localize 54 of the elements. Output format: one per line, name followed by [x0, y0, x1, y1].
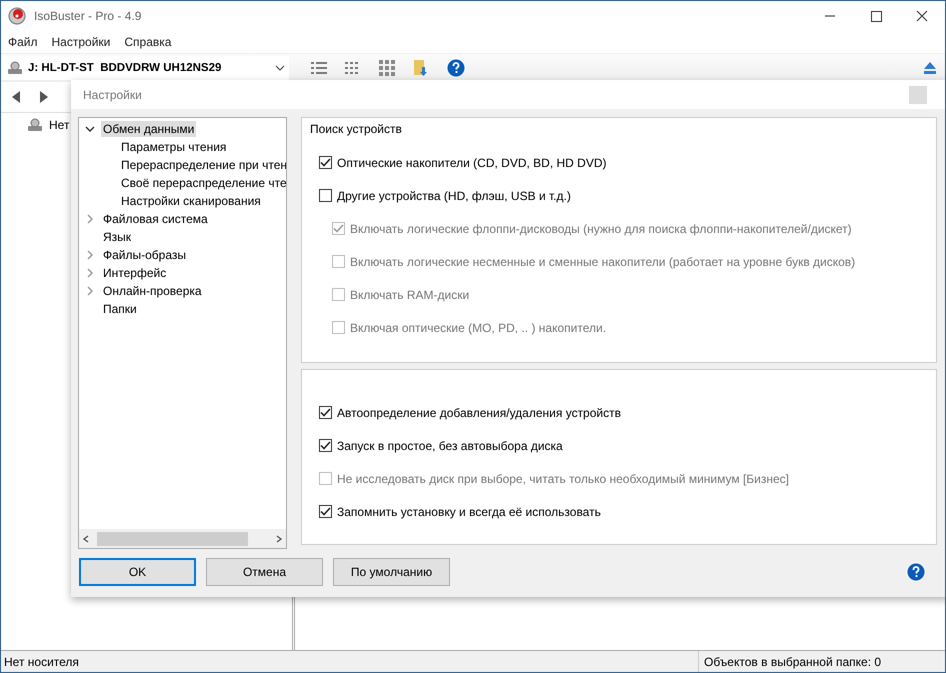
checkbox[interactable]	[319, 189, 332, 202]
help-icon[interactable]	[447, 59, 465, 77]
tree-item[interactable]: Параметры чтения	[119, 139, 228, 155]
tree-item[interactable]: Файловая система	[101, 211, 210, 227]
checkbox[interactable]	[319, 406, 332, 419]
scroll-right-icon[interactable]	[276, 535, 282, 543]
dialog-button[interactable]: OK	[79, 558, 196, 586]
grid-view-icon[interactable]	[379, 60, 395, 76]
collapse-icon[interactable]	[85, 125, 95, 133]
menu-item[interactable]: Справка	[124, 35, 172, 49]
tree-item[interactable]: Язык	[101, 229, 134, 245]
expand-icon[interactable]	[86, 250, 94, 260]
checkbox[interactable]	[319, 439, 332, 452]
checkbox[interactable]	[319, 156, 332, 169]
status-text: Объектов в выбранной папке: 0	[698, 651, 945, 672]
dialog-button[interactable]: По умолчанию	[333, 558, 450, 586]
status-text: Нет носителя	[3, 654, 79, 668]
folder-icon[interactable]	[413, 59, 429, 77]
tree-item[interactable]: Интерфейс	[101, 265, 168, 281]
checkbox-option[interactable]: Другие устройства (HD, флэш, USB и т.д.)	[319, 179, 926, 212]
disc-app-icon	[8, 7, 26, 25]
checkbox-option[interactable]: Запомнить установку и всегда её использовать	[319, 495, 926, 528]
back-icon[interactable]	[11, 91, 21, 103]
menu-item[interactable]: Настройки	[52, 35, 110, 49]
tree-item[interactable]: Онлайн-проверка	[101, 283, 204, 299]
eject-icon[interactable]	[923, 61, 937, 75]
menu-item[interactable]: Файл	[8, 35, 38, 49]
horizontal-scrollbar[interactable]	[79, 529, 286, 548]
checkbox-option[interactable]: Оптические накопители (CD, DVD, BD, HD DVD)	[319, 146, 926, 179]
dialog-title: Настройки	[83, 88, 142, 102]
caret-icon	[275, 65, 285, 71]
tree-item[interactable]: Своё перераспределение чте	[119, 175, 286, 191]
forward-icon[interactable]	[39, 91, 49, 103]
checkbox-option[interactable]: Автоопределение добавления/удаления устройств	[319, 396, 926, 429]
checkbox[interactable]	[319, 505, 332, 518]
scroll-left-icon[interactable]	[83, 535, 89, 543]
window-title: IsoBuster - Pro - 4.9	[34, 9, 142, 23]
drive-dropdown[interactable]: J: HL-DT-ST BDDVDRW UH12NS29	[1, 56, 289, 80]
help-icon[interactable]	[907, 563, 925, 581]
tree-item[interactable]: Перераспределение при чтен	[119, 157, 286, 173]
list-view-icon[interactable]	[311, 61, 327, 75]
tree-item[interactable]: Файлы-образы	[101, 247, 188, 263]
expand-icon[interactable]	[86, 286, 94, 296]
details-view-icon[interactable]	[345, 61, 361, 75]
group-title: Поиск устройств	[310, 122, 403, 136]
tree-item[interactable]: Папки	[101, 301, 139, 317]
expand-icon[interactable]	[86, 214, 94, 224]
tree-item[interactable]: Нет	[47, 118, 72, 132]
expand-icon[interactable]	[86, 268, 94, 278]
tree-item[interactable]: Настройки сканирования	[119, 193, 263, 209]
checkbox-option[interactable]: Запуск в простое, без автовыбора диска	[319, 429, 926, 462]
scrollbar-thumb[interactable]	[97, 532, 248, 546]
dialog-button[interactable]: Отмена	[206, 558, 323, 586]
tree-item[interactable]: Обмен данными	[101, 121, 196, 137]
